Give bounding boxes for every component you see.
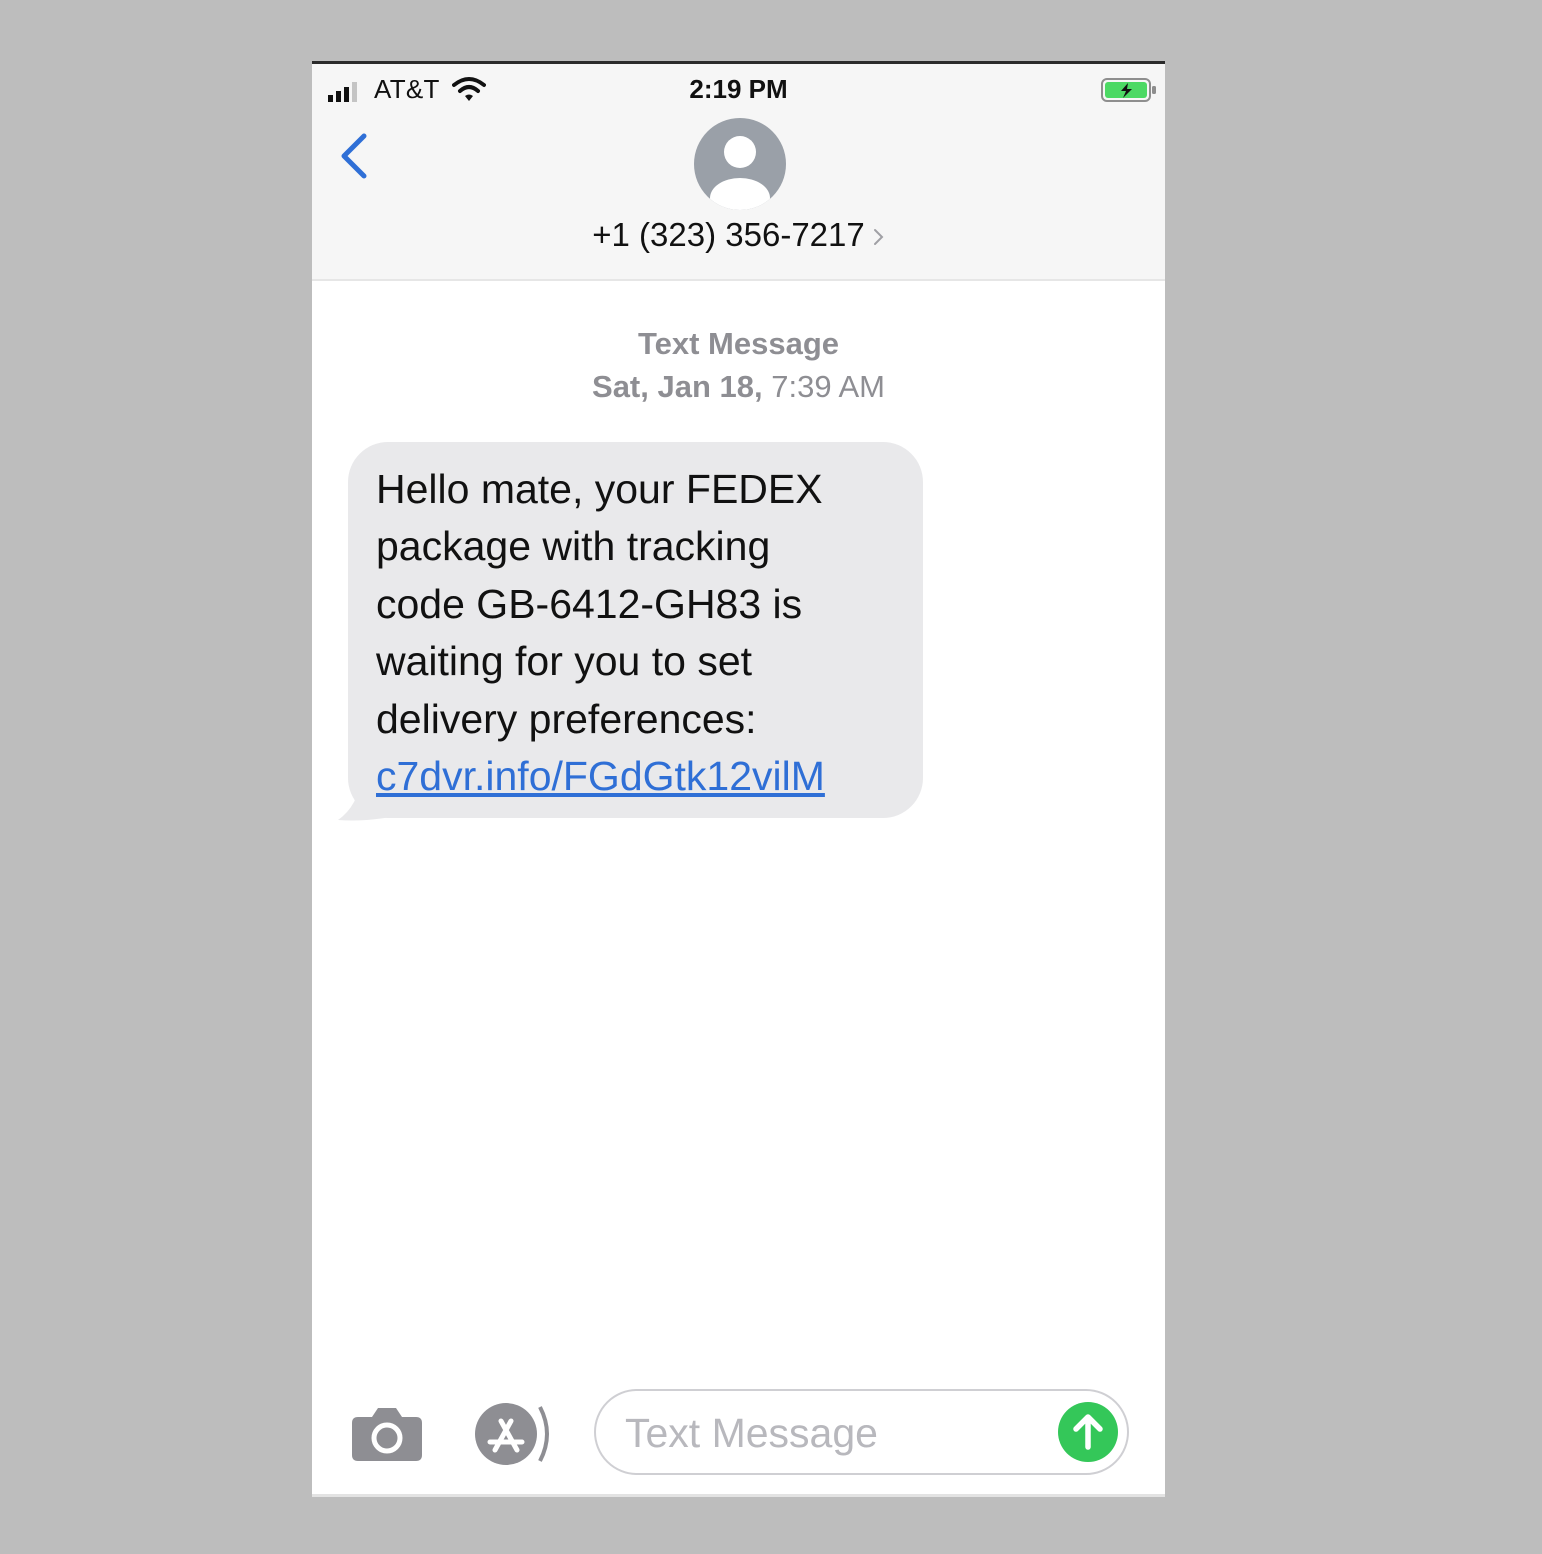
message-input-placeholder: Text Message: [625, 1410, 878, 1456]
battery-charging-icon: [1101, 78, 1156, 102]
app-store-icon[interactable]: [470, 1401, 554, 1467]
message-timestamp: Sat, Jan 18, 7:39 AM: [312, 369, 1165, 405]
message-line: package with tracking: [376, 523, 771, 570]
timestamp-day: Sat, Jan 18,: [592, 369, 763, 404]
message-line: waiting for you to set: [376, 638, 753, 685]
message-line: delivery preferences:: [376, 695, 757, 742]
contact-avatar-icon[interactable]: [694, 118, 786, 210]
message-service-label: Text Message: [637, 326, 839, 361]
chevron-right-icon: [873, 229, 884, 246]
message-link[interactable]: c7dvr.info/FGdGtk12vilM: [376, 753, 825, 799]
status-time: 2:19 PM: [689, 74, 788, 104]
incoming-message-bubble[interactable]: Hello mate, your FEDEX package with trac…: [348, 442, 923, 818]
camera-icon[interactable]: [350, 1403, 424, 1463]
message-line: code GB-6412-GH83 is: [376, 580, 803, 627]
phone-screen: AT&T 2:19 PM +1 (323) 356-7217 Text Mess…: [312, 61, 1165, 1497]
message-line: Hello mate, your FEDEX: [376, 466, 823, 512]
navigation-header: AT&T 2:19 PM +1 (323) 356-7217: [312, 64, 1165, 281]
send-arrow-icon[interactable]: [1057, 1401, 1119, 1463]
timestamp-time: 7:39 AM: [771, 369, 885, 404]
contact-number: +1 (323) 356-7217: [592, 216, 865, 253]
back-chevron-icon[interactable]: [336, 128, 376, 184]
contact-name[interactable]: +1 (323) 356-7217: [312, 216, 1165, 254]
message-input[interactable]: Text Message: [594, 1389, 1129, 1475]
